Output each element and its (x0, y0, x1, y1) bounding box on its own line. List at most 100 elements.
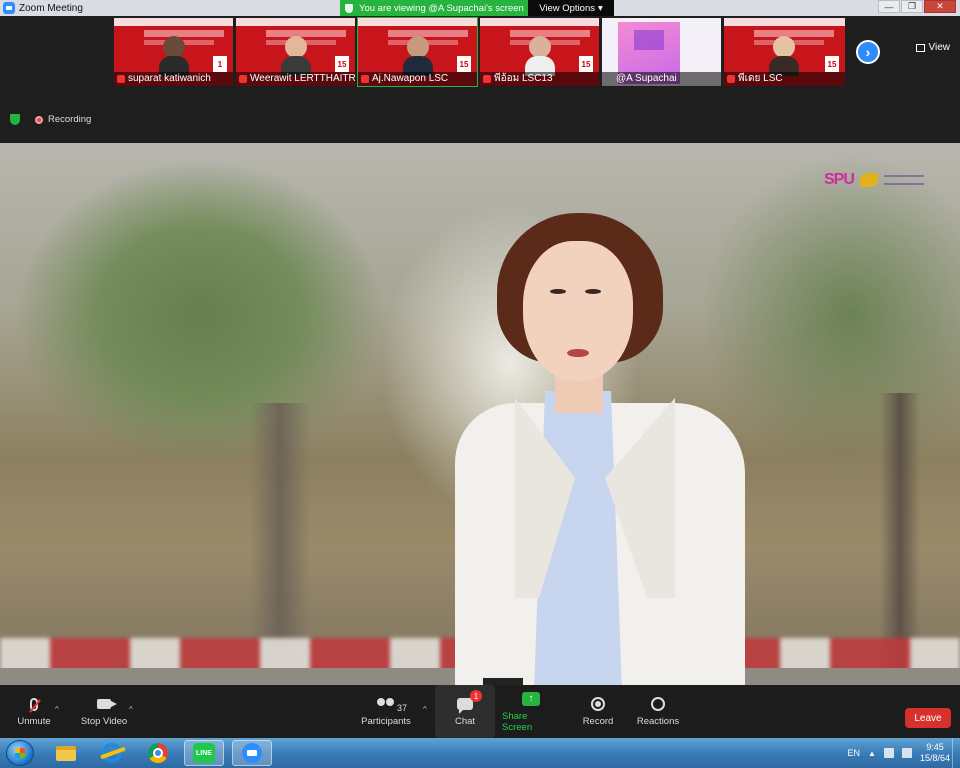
participants-options-caret[interactable]: ^ (423, 705, 427, 714)
shield-icon (345, 3, 353, 13)
participant-thumbnail[interactable]: 15 Weerawit LERTTHAITR... (236, 18, 355, 86)
folder-icon (56, 745, 76, 761)
muted-mic-icon (117, 75, 125, 83)
unmute-button[interactable]: Unmute (14, 685, 54, 738)
zoom-meeting-window: Zoom Meeting You are viewing @A Supachai… (0, 0, 960, 768)
zoom-icon (242, 743, 262, 763)
view-layout-button[interactable]: View (915, 42, 951, 53)
chevron-down-icon: ▾ (598, 2, 603, 14)
chrome-task[interactable] (138, 740, 178, 766)
date-card: 15 (457, 56, 471, 72)
leave-meeting-button[interactable]: Leave (905, 708, 951, 728)
record-button[interactable]: Record (580, 685, 616, 738)
chat-button[interactable]: 1 Chat (435, 685, 495, 738)
muted-mic-icon (727, 75, 735, 83)
participant-name: suparat katiwanich (114, 72, 233, 86)
date-card: 15 (825, 56, 839, 72)
participant-video (403, 36, 433, 76)
window-title: Zoom Meeting (19, 2, 83, 14)
participants-label: Participants (361, 716, 411, 727)
meeting-control-bar: Unmute ^ Stop Video ^ Participants 37 ^ … (0, 685, 960, 738)
participants-count: 37 (397, 703, 408, 713)
line-app-icon: LINE (193, 743, 215, 763)
show-desktop-button[interactable] (952, 738, 960, 768)
date-card: 1 (213, 56, 227, 72)
screen-share-banner: You are viewing @A Supachai's screen (340, 0, 528, 16)
date-card: 15 (579, 56, 593, 72)
record-icon (591, 697, 605, 711)
participant-name: @A Supachai (602, 72, 721, 86)
participant-thumbnail[interactable]: 15 Aj.Nawapon LSC (357, 17, 478, 87)
next-page-button[interactable]: › (856, 40, 880, 64)
audio-options-caret[interactable]: ^ (55, 705, 59, 714)
participant-name: Weerawit LERTTHAITR... (236, 72, 355, 86)
participant-video (281, 36, 311, 76)
participant-video (769, 36, 799, 76)
chat-unread-badge: 1 (470, 690, 482, 702)
reactions-label: Reactions (636, 716, 680, 727)
stop-video-button[interactable]: Stop Video (78, 685, 130, 738)
record-label: Record (582, 716, 614, 727)
system-tray: EN ▲ 9:45 15/8/64 (848, 738, 960, 768)
line-task[interactable]: LINE (184, 740, 224, 766)
participant-video (159, 36, 189, 76)
chevron-right-icon: › (865, 44, 871, 60)
smiley-icon (651, 697, 665, 711)
faculty-logo (883, 175, 924, 185)
participants-strip: 1 suparat katiwanich 15 Weerawit LERTTHA… (0, 16, 960, 143)
screen-share-banner-text: You are viewing @A Supachai's screen (359, 2, 524, 14)
file-explorer-task[interactable] (46, 740, 86, 766)
recording-dot-icon (35, 115, 43, 124)
participants-icon (377, 698, 395, 710)
zoom-task[interactable] (232, 740, 272, 766)
participant-thumbnail[interactable]: 1 suparat katiwanich (114, 18, 233, 86)
participant-name: พี่เดย LSC (724, 72, 845, 86)
participant-thumbnail[interactable]: 15 พี่เดย LSC (724, 18, 845, 86)
recording-indicator: Recording (35, 114, 91, 125)
security-shield-icon[interactable] (10, 114, 20, 125)
view-options-label: View Options (539, 2, 596, 14)
internet-explorer-icon (102, 743, 122, 763)
windows-taskbar: LINE EN ▲ 9:45 15/8/64 (0, 738, 960, 768)
spu-logo: SPU (824, 171, 855, 188)
chrome-icon (148, 743, 168, 763)
university-logos: SPU (824, 171, 924, 189)
system-clock[interactable]: 9:45 15/8/64 (920, 742, 950, 764)
video-options-caret[interactable]: ^ (129, 705, 133, 714)
start-button[interactable] (6, 740, 34, 766)
view-options-button[interactable]: View Options ▾ (528, 0, 614, 16)
muted-mic-icon (483, 75, 491, 83)
participant-name: Aj.Nawapon LSC (358, 72, 477, 86)
share-screen-button[interactable]: ↑ Share Screen (502, 685, 560, 738)
presenter-video (455, 213, 745, 685)
participant-video (525, 36, 555, 76)
network-icon[interactable] (883, 748, 894, 758)
chat-label: Chat (454, 716, 476, 727)
muted-microphone-icon (30, 697, 38, 711)
show-hidden-icons-arrow[interactable]: ▲ (868, 749, 876, 758)
participant-thumbnail[interactable]: 15 พี่อ้อม LSC13 (480, 18, 599, 86)
share-screen-label: Share Screen (502, 710, 533, 733)
restore-button[interactable]: ❐ (901, 0, 923, 13)
video-camera-icon (97, 699, 117, 709)
view-layout-label: View (928, 42, 951, 53)
reactions-button[interactable]: Reactions (636, 685, 680, 738)
minimize-button[interactable]: — (878, 0, 900, 13)
shared-screen-view: SPU (0, 143, 960, 685)
date-card: 15 (335, 56, 349, 72)
volume-icon[interactable] (901, 748, 912, 758)
bird-logo-icon (859, 173, 878, 187)
recording-label: Recording (48, 114, 92, 125)
clock-time: 9:45 (926, 742, 944, 752)
unmute-label: Unmute (17, 716, 51, 727)
close-button[interactable]: ✕ (924, 0, 956, 13)
muted-mic-icon (361, 75, 369, 83)
internet-explorer-task[interactable] (92, 740, 132, 766)
grid-icon (915, 43, 925, 52)
language-indicator[interactable]: EN (848, 748, 861, 758)
participant-thumbnail[interactable]: @A Supachai (602, 18, 721, 86)
share-screen-icon: ↑ (522, 691, 540, 706)
zoom-logo-icon (3, 2, 15, 14)
participant-name: พี่อ้อม LSC13 (480, 72, 599, 86)
participants-button[interactable]: Participants 37 (360, 685, 412, 738)
